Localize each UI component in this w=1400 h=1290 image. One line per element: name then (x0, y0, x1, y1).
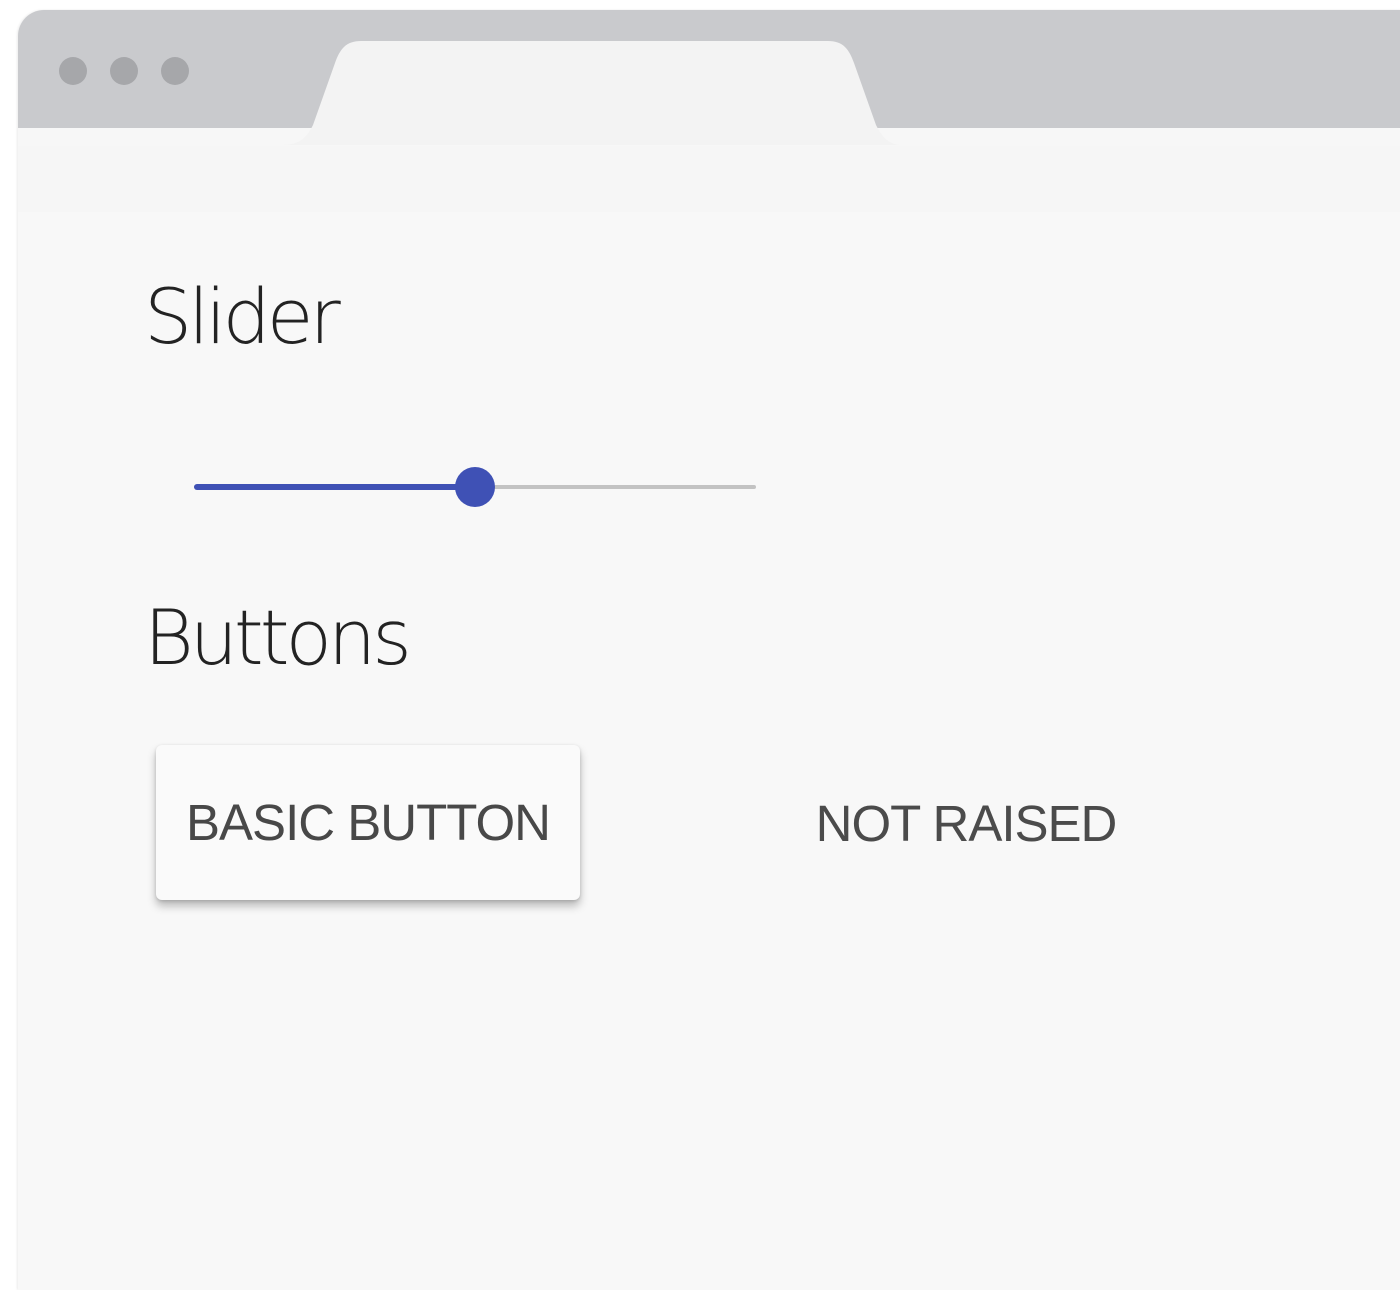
basic-button[interactable]: BASIC BUTTON (156, 745, 580, 900)
browser-tab[interactable] (282, 41, 902, 145)
value-slider[interactable] (194, 461, 756, 513)
window-control-dot[interactable] (161, 57, 189, 85)
buttons-heading: Buttons (144, 593, 412, 682)
browser-window: Slider Buttons BASIC BUTTON NOT RAISED (18, 10, 1400, 1290)
browser-titlebar (18, 10, 1400, 145)
window-control-dot[interactable] (59, 57, 87, 85)
not-raised-button[interactable]: NOT RAISED (806, 790, 1126, 856)
slider-heading: Slider (144, 272, 341, 361)
browser-tab-shape (282, 41, 902, 145)
window-control-dot[interactable] (110, 57, 138, 85)
slider-fill (194, 484, 475, 490)
slider-thumb[interactable] (455, 467, 495, 507)
browser-toolbar-area (18, 146, 1400, 212)
